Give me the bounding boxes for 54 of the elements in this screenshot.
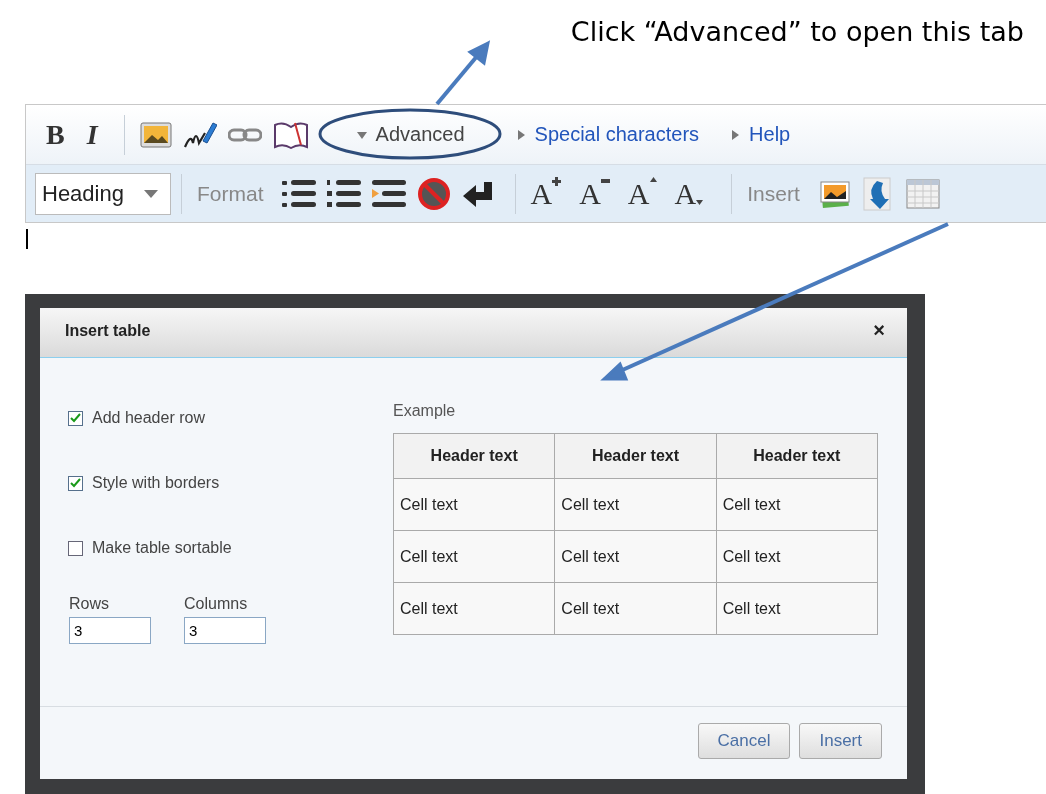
plus-icon [552, 176, 562, 186]
field-label: Rows [69, 595, 110, 613]
table-cell: Cell text [554, 530, 717, 583]
no-entry-icon[interactable] [416, 176, 451, 211]
checkbox-label: Style with borders [92, 474, 220, 492]
table-header-cell: Header text [554, 433, 717, 479]
checkbox[interactable] [68, 540, 83, 556]
toolbar-tab[interactable]: Special characters [514, 123, 700, 146]
book-icon[interactable] [272, 120, 309, 149]
font-size-button[interactable]: A [530, 176, 562, 211]
enter-arrow-icon[interactable] [461, 179, 494, 208]
checkbox[interactable] [68, 410, 83, 426]
image-icon[interactable] [139, 121, 172, 148]
group-label: Insert [747, 181, 800, 206]
checkbox[interactable] [68, 475, 83, 491]
field-label: Columns [184, 595, 249, 613]
table-cell: Cell text [716, 478, 878, 531]
table-cell: Cell text [716, 530, 878, 583]
toolbar-tab[interactable]: Advanced [355, 123, 465, 146]
table-cell: Cell text [716, 582, 878, 635]
gallery-icon[interactable] [817, 178, 852, 209]
dialog-title: Insert table [65, 321, 151, 340]
table-header-cell: Header text [716, 433, 878, 479]
table-cell: Cell text [393, 478, 555, 531]
callout-text: Click “Advanced” to open this tab [570, 16, 1024, 49]
dialog-button[interactable]: Insert [799, 723, 882, 759]
link-icon[interactable] [227, 126, 262, 143]
toolbar-tab[interactable]: Help [729, 123, 791, 146]
table-cell: Cell text [393, 582, 555, 635]
table-header-cell: Header text [393, 433, 555, 479]
close-button[interactable]: × [873, 319, 885, 342]
table-cell: Cell text [554, 478, 717, 531]
bold-button[interactable]: B [40, 118, 71, 151]
input-field[interactable]: 3 [69, 617, 151, 644]
table-cell: Cell text [554, 582, 717, 635]
numbered-list-icon[interactable] [326, 178, 361, 209]
example-label: Example [393, 402, 457, 420]
font-size-button[interactable]: A [627, 176, 657, 211]
table-cell: Cell text [393, 530, 555, 583]
indent-icon[interactable] [371, 178, 406, 209]
checkbox-label: Add header row [92, 409, 205, 427]
input-field[interactable]: 3 [184, 617, 266, 644]
group-label: Format [197, 181, 264, 206]
font-size-button[interactable]: A [579, 176, 610, 211]
heading-dropdown[interactable]: Heading [35, 172, 171, 215]
italic-button[interactable]: I [80, 118, 104, 151]
dialog-button[interactable]: Cancel [697, 723, 791, 759]
checkbox-label: Make table sortable [92, 539, 232, 557]
font-size-button[interactable]: A [674, 176, 704, 211]
annotation-arrow [435, 40, 491, 106]
caret-icon [144, 189, 158, 198]
minus-icon [600, 176, 610, 186]
text-cursor [26, 229, 28, 249]
bullet-list-icon[interactable] [281, 178, 316, 209]
